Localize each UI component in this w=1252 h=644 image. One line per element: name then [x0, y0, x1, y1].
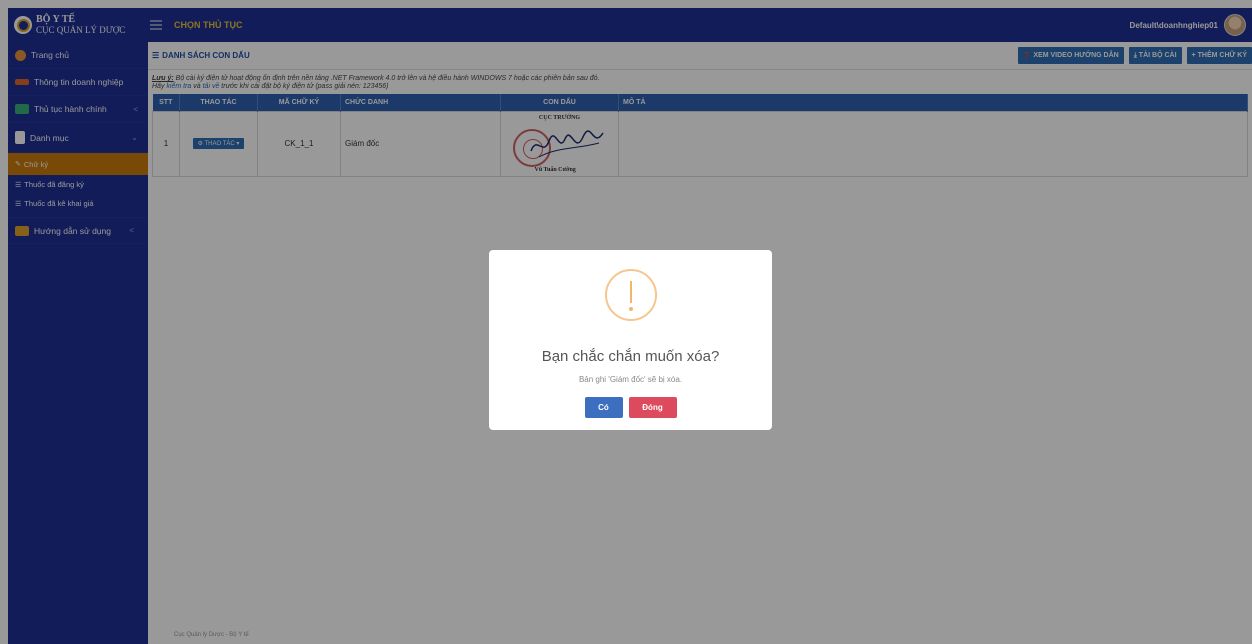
dialog-title: Bạn chắc chắn muốn xóa? [541, 348, 720, 365]
close-button[interactable]: Đóng [628, 397, 677, 418]
dialog-message: Bản ghi 'Giám đốc' sẽ bị xóa. [578, 375, 683, 384]
confirm-delete-dialog: Bạn chắc chắn muốn xóa? Bản ghi 'Giám đố… [489, 250, 772, 430]
warning-icon [604, 269, 657, 321]
confirm-button[interactable]: Có [584, 397, 623, 418]
